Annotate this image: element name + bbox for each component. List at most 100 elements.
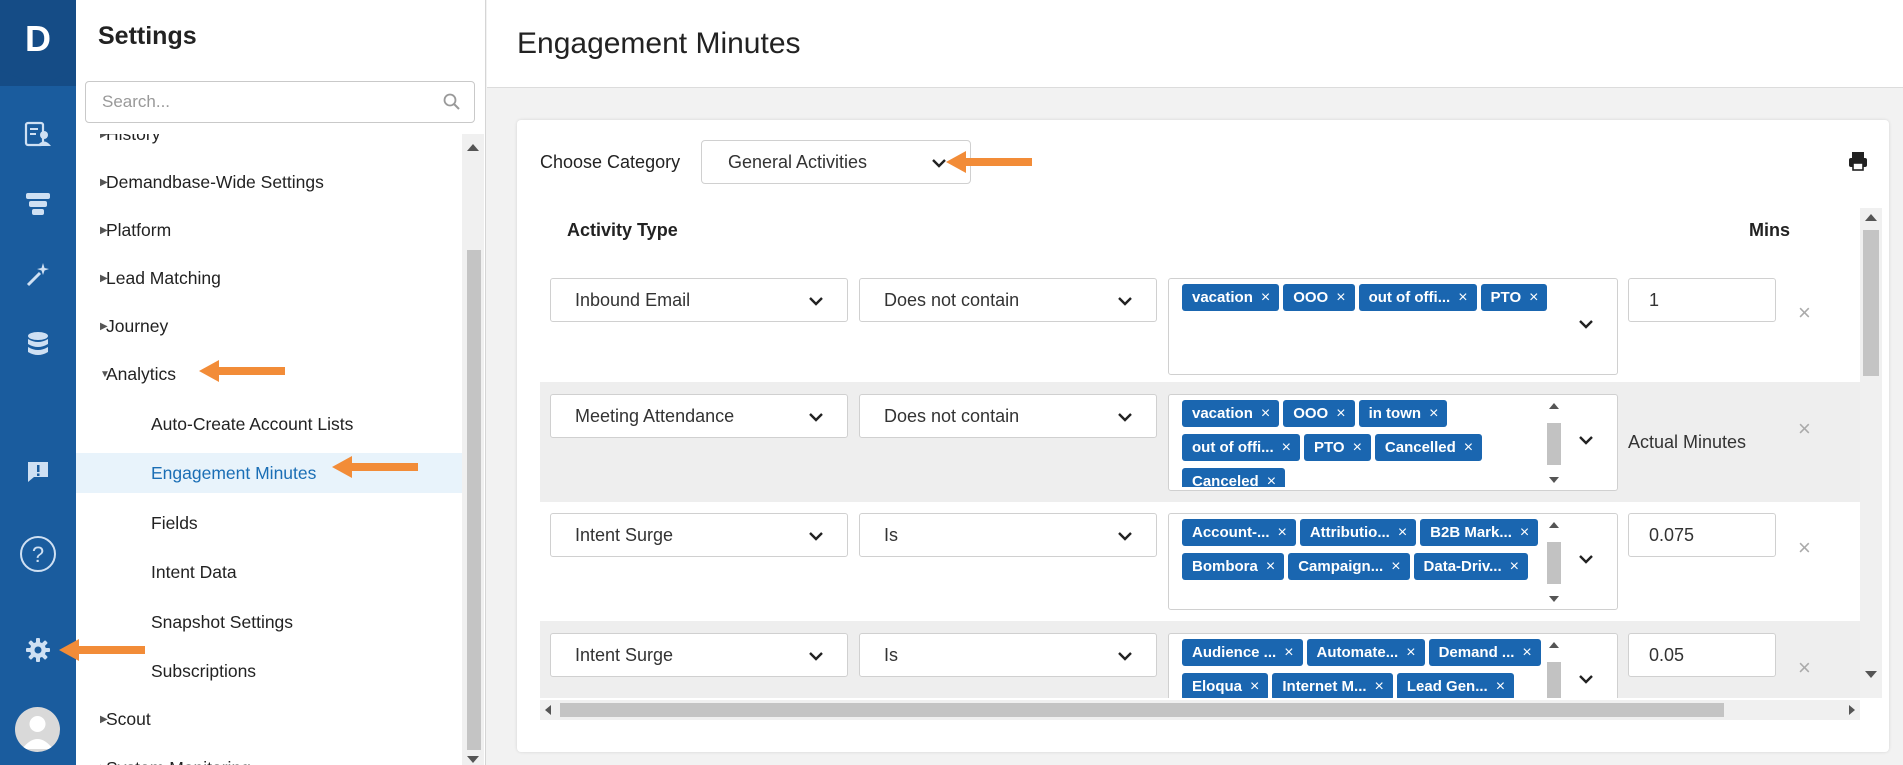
tag-box-scrollbar[interactable] bbox=[1545, 399, 1563, 487]
close-icon[interactable]: × bbox=[1266, 558, 1275, 576]
keyword-tag: Internet M... × bbox=[1272, 673, 1393, 698]
print-icon[interactable] bbox=[1847, 150, 1869, 172]
settings-tree: ▶History ▶Demandbase-Wide Settings ▶Platfo… bbox=[76, 134, 462, 765]
activity-type-select[interactable]: Intent Surge bbox=[550, 513, 848, 557]
page-title: Engagement Minutes bbox=[517, 27, 801, 60]
close-icon[interactable]: × bbox=[1336, 405, 1345, 423]
rows-horizontal-scrollbar-thumb[interactable] bbox=[560, 703, 1724, 717]
close-icon[interactable]: × bbox=[1429, 405, 1438, 423]
tree-item-demandbase-wide-settings[interactable]: ▶ Demandbase-Wide Settings bbox=[76, 162, 462, 202]
search-icon[interactable] bbox=[442, 92, 462, 112]
tree-item-intent-data[interactable]: Intent Data bbox=[76, 552, 462, 592]
remove-row-icon[interactable]: × bbox=[1798, 416, 1811, 442]
mins-input[interactable] bbox=[1628, 278, 1776, 322]
tag-box-scrollbar[interactable] bbox=[1545, 638, 1563, 698]
remove-row-icon[interactable]: × bbox=[1798, 655, 1811, 681]
close-icon[interactable]: × bbox=[1353, 439, 1362, 457]
mins-value: Actual Minutes bbox=[1628, 432, 1747, 452]
operator-select[interactable]: Is bbox=[859, 513, 1157, 557]
keyword-tag-box[interactable]: Audience ... × Automate... × Demand ... × Eloq… bbox=[1168, 633, 1618, 698]
category-select[interactable]: General Activities bbox=[701, 140, 971, 184]
close-icon[interactable]: × bbox=[1278, 524, 1287, 542]
chevron-down-icon[interactable] bbox=[1577, 670, 1595, 688]
tree-item-label: Subscriptions bbox=[151, 660, 257, 681]
keyword-tag: vacation × bbox=[1182, 284, 1280, 311]
funnel-icon[interactable] bbox=[18, 184, 58, 224]
annotation-arrow-icon bbox=[199, 360, 285, 382]
settings-scrollbar[interactable] bbox=[462, 134, 484, 765]
mins-input[interactable] bbox=[1628, 633, 1776, 677]
chevron-down-icon[interactable] bbox=[1577, 550, 1595, 568]
keyword-tags: vacation × OOO × out of offi... × PTO × bbox=[1182, 283, 1552, 371]
close-icon[interactable]: × bbox=[1250, 678, 1259, 696]
sparkle-wand-icon[interactable] bbox=[18, 254, 58, 294]
rows-vertical-scrollbar-thumb[interactable] bbox=[1863, 230, 1879, 376]
tree-item-fields[interactable]: Fields bbox=[76, 503, 462, 543]
operator-select[interactable]: Is bbox=[859, 633, 1157, 677]
chevron-down-icon[interactable] bbox=[1577, 315, 1595, 333]
close-icon[interactable]: × bbox=[1261, 405, 1270, 423]
remove-row-icon[interactable]: × bbox=[1798, 535, 1811, 561]
tree-item-history[interactable]: ▶History bbox=[76, 134, 462, 154]
annotation-arrow-icon bbox=[59, 639, 145, 661]
close-icon[interactable]: × bbox=[1398, 524, 1407, 542]
close-icon[interactable]: × bbox=[1464, 439, 1473, 457]
close-icon[interactable]: × bbox=[1406, 644, 1415, 662]
activity-type-value: Inbound Email bbox=[575, 289, 691, 310]
mins-input[interactable] bbox=[1628, 513, 1776, 557]
activity-type-select[interactable]: Intent Surge bbox=[550, 633, 848, 677]
close-icon[interactable]: × bbox=[1267, 473, 1276, 488]
operator-value: Does not contain bbox=[884, 289, 1020, 310]
chevron-down-icon bbox=[809, 532, 823, 541]
close-icon[interactable]: × bbox=[1496, 678, 1505, 696]
rows-vertical-scrollbar[interactable] bbox=[1860, 208, 1882, 698]
rows-horizontal-scrollbar[interactable] bbox=[540, 700, 1860, 720]
keyword-tag: OOO × bbox=[1283, 284, 1355, 311]
keyword-tag-box[interactable]: vacation × OOO × in town × out of offi... × PTO ×… bbox=[1168, 394, 1618, 491]
tree-item-system-monitoring[interactable]: ▶System Monitoring bbox=[76, 748, 462, 765]
close-icon[interactable]: × bbox=[1529, 289, 1538, 307]
tree-item-scout[interactable]: ▶ Scout bbox=[76, 699, 462, 739]
gear-icon[interactable] bbox=[18, 630, 58, 670]
caret-right-icon: ▶ bbox=[100, 176, 108, 188]
activity-type-select[interactable]: Inbound Email bbox=[550, 278, 848, 322]
tree-item-label: Analytics bbox=[106, 363, 177, 384]
close-icon[interactable]: × bbox=[1458, 289, 1467, 307]
tree-item-journey[interactable]: ▶ Journey bbox=[76, 306, 462, 346]
tree-item-auto-create-account-lists[interactable]: Auto-Create Account Lists bbox=[76, 404, 462, 444]
keyword-tag-label: PTO bbox=[1490, 289, 1522, 306]
chevron-down-icon[interactable] bbox=[1577, 431, 1595, 449]
tree-item-snapshot-settings[interactable]: Snapshot Settings bbox=[76, 602, 462, 642]
engagement-minutes-card: Choose Category General Activities Activ… bbox=[517, 120, 1889, 752]
feedback-icon[interactable] bbox=[18, 452, 58, 492]
keyword-tag: B2B Mark... × bbox=[1420, 519, 1539, 546]
account-person-icon[interactable] bbox=[18, 114, 58, 154]
avatar[interactable] bbox=[15, 707, 60, 752]
activity-type-value: Intent Surge bbox=[575, 524, 674, 545]
keyword-tag-box[interactable]: Account-... × Attributio... × B2B Mark... × Bo… bbox=[1168, 513, 1618, 610]
operator-select[interactable]: Does not contain bbox=[859, 394, 1157, 438]
close-icon[interactable]: × bbox=[1391, 558, 1400, 576]
close-icon[interactable]: × bbox=[1520, 524, 1529, 542]
help-icon[interactable]: ? bbox=[18, 534, 58, 574]
remove-row-icon[interactable]: × bbox=[1798, 300, 1811, 326]
caret-right-icon: ▶ bbox=[100, 713, 108, 725]
settings-scrollbar-thumb[interactable] bbox=[467, 250, 481, 750]
search-input[interactable] bbox=[86, 82, 426, 122]
operator-select[interactable]: Does not contain bbox=[859, 278, 1157, 322]
keyword-tag: Demand ... × bbox=[1428, 639, 1541, 666]
close-icon[interactable]: × bbox=[1284, 644, 1293, 662]
close-icon[interactable]: × bbox=[1510, 558, 1519, 576]
close-icon[interactable]: × bbox=[1522, 644, 1531, 662]
close-icon[interactable]: × bbox=[1282, 439, 1291, 457]
database-icon[interactable] bbox=[18, 324, 58, 364]
close-icon[interactable]: × bbox=[1375, 678, 1384, 696]
close-icon[interactable]: × bbox=[1336, 289, 1345, 307]
tree-item-lead-matching[interactable]: ▶ Lead Matching bbox=[76, 258, 462, 298]
tree-item-platform[interactable]: ▶ Platform bbox=[76, 210, 462, 250]
keyword-tag-box[interactable]: vacation × OOO × out of offi... × PTO × bbox=[1168, 278, 1618, 375]
keyword-tag-label: Campaign... bbox=[1298, 558, 1384, 575]
activity-type-select[interactable]: Meeting Attendance bbox=[550, 394, 848, 438]
tag-box-scrollbar[interactable] bbox=[1545, 518, 1563, 606]
close-icon[interactable]: × bbox=[1261, 289, 1270, 307]
